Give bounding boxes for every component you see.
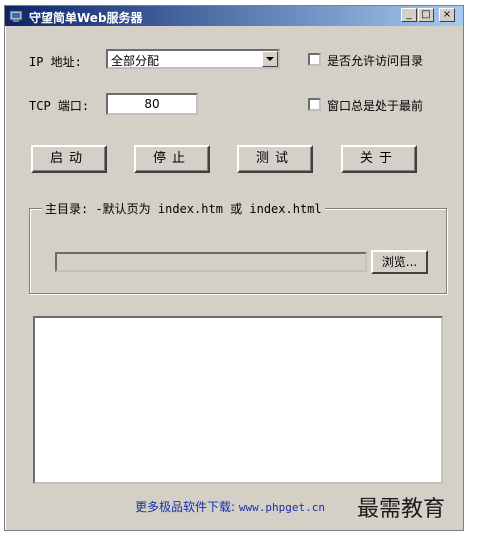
maximize-button[interactable]: □ — [418, 8, 434, 22]
ip-label: IP 地址: — [29, 55, 82, 69]
test-button[interactable]: 测试 — [237, 145, 313, 173]
root-dir-title: 主目录: -默认页为 index.htm 或 index.html — [42, 200, 325, 217]
ip-select[interactable]: 全部分配 — [106, 49, 280, 69]
root-dir-group: 主目录: -默认页为 index.htm 或 index.html 浏览... — [29, 200, 447, 294]
allow-dir-label: 是否允许访问目录 — [327, 54, 424, 68]
title-bar[interactable]: 守望简单Web服务器 _ □ × — [5, 6, 463, 26]
footer-link[interactable]: 更多极品软件下载: www.phpget.cn — [135, 498, 325, 515]
close-button[interactable]: × — [439, 8, 455, 22]
minimize-button[interactable]: _ — [401, 8, 417, 22]
always-on-top-checkbox[interactable] — [308, 98, 321, 111]
window-title: 守望简单Web服务器 — [29, 11, 143, 25]
start-button[interactable]: 启动 — [31, 145, 107, 173]
root-dir-path-field[interactable] — [55, 252, 367, 272]
chevron-down-icon[interactable] — [262, 51, 278, 67]
ip-select-value: 全部分配 — [111, 54, 160, 68]
watermark-logo: 最需教育 — [357, 497, 446, 522]
always-on-top-label: 窗口总是处于最前 — [327, 99, 424, 113]
app-icon — [9, 10, 23, 22]
browse-button[interactable]: 浏览... — [371, 250, 428, 274]
log-output[interactable] — [33, 316, 443, 484]
tcp-label: TCP 端口: — [29, 99, 90, 113]
tcp-port-input[interactable]: 80 — [106, 93, 198, 115]
footer-text: 更多极品软件下载: — [135, 500, 236, 514]
about-button[interactable]: 关于 — [341, 145, 417, 173]
stop-button[interactable]: 停止 — [134, 145, 210, 173]
allow-dir-checkbox[interactable] — [308, 53, 321, 66]
app-window: 守望简单Web服务器 _ □ × IP 地址: 全部分配 是否允许访问目录 TC… — [4, 5, 464, 531]
footer-url[interactable]: www.phpget.cn — [239, 501, 325, 514]
tcp-port-value: 80 — [144, 97, 160, 111]
